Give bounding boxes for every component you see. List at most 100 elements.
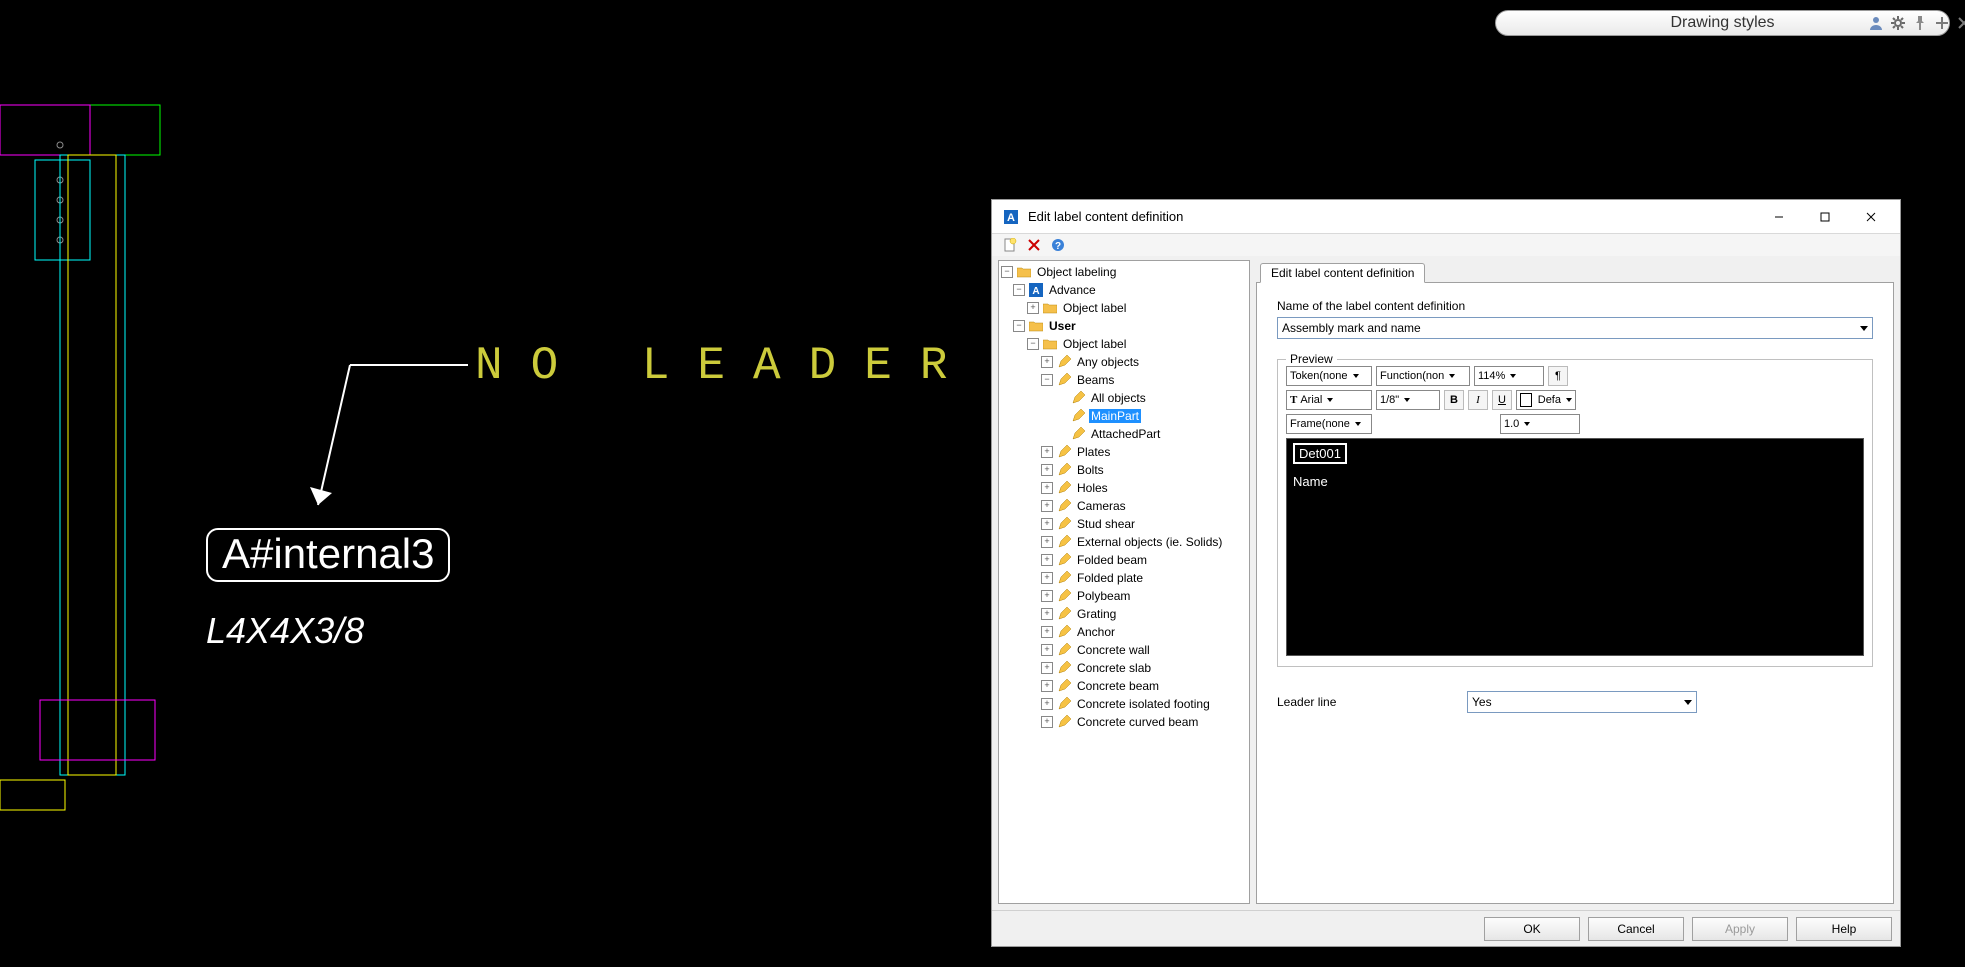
app-icon: A <box>1002 208 1020 226</box>
tree-root[interactable]: − Object labeling <box>999 263 1249 281</box>
drawing-label-sub: L4X4X3/8 <box>206 610 364 652</box>
pencil-icon <box>1056 354 1072 370</box>
tree-label: User <box>1047 319 1078 333</box>
new-icon[interactable] <box>1002 237 1018 253</box>
drawing-label-chip: A#internal3 <box>206 528 450 582</box>
drawing-label-main: A#internal3 <box>222 530 434 577</box>
chevron-down-icon <box>1684 700 1692 705</box>
tree-label: All objects <box>1089 391 1148 405</box>
tree-user[interactable]: − User <box>999 317 1249 335</box>
name-field-value: Assembly mark and name <box>1282 321 1421 335</box>
tree-beams-allobjects[interactable]: All objects <box>999 389 1249 407</box>
pilcrow-button[interactable]: ¶ <box>1548 366 1568 386</box>
object-tree[interactable]: − Object labeling − A Advance + Object l… <box>998 260 1250 904</box>
tree-label: Bolts <box>1075 463 1106 477</box>
pencil-icon <box>1056 372 1072 388</box>
tree-item[interactable]: +Cameras <box>999 497 1249 515</box>
help-button[interactable]: Help <box>1796 917 1892 941</box>
tree-label: Anchor <box>1075 625 1117 639</box>
tree-item[interactable]: +Holes <box>999 479 1249 497</box>
dialog-toolbar: ? <box>992 234 1900 256</box>
pencil-icon <box>1056 480 1072 496</box>
tree-item[interactable]: +External objects (ie. Solids) <box>999 533 1249 551</box>
user-icon[interactable] <box>1868 15 1884 31</box>
tree-label: Object label <box>1061 337 1128 351</box>
tree-item[interactable]: +Plates <box>999 443 1249 461</box>
leader-value: Yes <box>1472 695 1492 709</box>
dialog-titlebar[interactable]: A Edit label content definition <box>992 200 1900 234</box>
bold-button[interactable]: B <box>1444 390 1464 410</box>
lineweight-select[interactable]: 1.0 <box>1500 414 1580 434</box>
tree-anyobjects[interactable]: + Any objects <box>999 353 1249 371</box>
tree-advance-objectlabel[interactable]: + Object label <box>999 299 1249 317</box>
function-select[interactable]: Function(non <box>1376 366 1470 386</box>
svg-text:A: A <box>1032 286 1039 297</box>
pencil-icon <box>1056 444 1072 460</box>
tree-item[interactable]: +Folded beam <box>999 551 1249 569</box>
tree-label: Stud shear <box>1075 517 1137 531</box>
tree-advance[interactable]: − A Advance <box>999 281 1249 299</box>
underline-button[interactable]: U <box>1492 390 1512 410</box>
annotation-no-leader: NO LEADER <box>475 340 975 392</box>
tree-item[interactable]: +Stud shear <box>999 515 1249 533</box>
minimize-button[interactable] <box>1756 202 1802 232</box>
close-icon[interactable] <box>1956 15 1965 31</box>
tree-item[interactable]: +Concrete beam <box>999 677 1249 695</box>
tree-item[interactable]: +Concrete curved beam <box>999 713 1249 731</box>
tree-beams-attachedpart[interactable]: AttachedPart <box>999 425 1249 443</box>
help-icon[interactable]: ? <box>1050 237 1066 253</box>
size-select[interactable]: 1/8" <box>1376 390 1440 410</box>
edit-label-content-dialog: A Edit label content definition ? − Obje… <box>991 199 1901 947</box>
apply-button[interactable]: Apply <box>1692 917 1788 941</box>
italic-button[interactable]: I <box>1468 390 1488 410</box>
tree-item[interactable]: +Polybeam <box>999 587 1249 605</box>
close-button[interactable] <box>1848 202 1894 232</box>
pencil-icon <box>1070 408 1086 424</box>
folder-icon <box>1016 264 1032 280</box>
pencil-icon <box>1056 498 1072 514</box>
frame-select[interactable]: Frame(none <box>1286 414 1372 434</box>
folder-icon <box>1028 318 1044 334</box>
token-select[interactable]: Token(none <box>1286 366 1372 386</box>
tree-item[interactable]: +Bolts <box>999 461 1249 479</box>
tree-item[interactable]: +Concrete isolated footing <box>999 695 1249 713</box>
tree-label: Plates <box>1075 445 1112 459</box>
font-select[interactable]: T Arial <box>1286 390 1372 410</box>
tree-item[interactable]: +Folded plate <box>999 569 1249 587</box>
drawing-styles-toolbar-icons <box>1868 10 1965 36</box>
plus-icon[interactable] <box>1934 15 1950 31</box>
delete-icon[interactable] <box>1026 237 1042 253</box>
tree-beams[interactable]: − Beams <box>999 371 1249 389</box>
preview-canvas[interactable]: Det001 Name <box>1286 438 1864 656</box>
pencil-icon <box>1056 516 1072 532</box>
chevron-down-icon <box>1860 326 1868 331</box>
tree-label: Object label <box>1061 301 1128 315</box>
tree-item[interactable]: +Concrete slab <box>999 659 1249 677</box>
cancel-button[interactable]: Cancel <box>1588 917 1684 941</box>
preview-name-line: Name <box>1293 474 1328 489</box>
pencil-icon <box>1056 642 1072 658</box>
svg-text:A: A <box>1007 212 1015 224</box>
ok-button[interactable]: OK <box>1484 917 1580 941</box>
maximize-button[interactable] <box>1802 202 1848 232</box>
pin-icon[interactable] <box>1912 15 1928 31</box>
tree-label: Holes <box>1075 481 1110 495</box>
pencil-icon <box>1056 534 1072 550</box>
editor-tab[interactable]: Edit label content definition <box>1260 263 1425 283</box>
pencil-icon <box>1056 462 1072 478</box>
tree-item[interactable]: +Concrete wall <box>999 641 1249 659</box>
tree-user-objectlabel[interactable]: − Object label <box>999 335 1249 353</box>
advance-a-icon: A <box>1028 282 1044 298</box>
zoom-select[interactable]: 114% <box>1474 366 1544 386</box>
tree-item[interactable]: +Grating <box>999 605 1249 623</box>
tree-beams-mainpart[interactable]: MainPart <box>999 407 1249 425</box>
preview-group: Preview Token(none Function(non 114% ¶ T… <box>1277 359 1873 667</box>
name-field-select[interactable]: Assembly mark and name <box>1277 317 1873 339</box>
tree-item[interactable]: +Anchor <box>999 623 1249 641</box>
leader-select[interactable]: Yes <box>1467 691 1697 713</box>
preview-legend: Preview <box>1286 352 1337 366</box>
pencil-icon <box>1056 678 1072 694</box>
pencil-icon <box>1070 390 1086 406</box>
gear-icon[interactable] <box>1890 15 1906 31</box>
color-select[interactable]: Defa <box>1516 390 1576 410</box>
